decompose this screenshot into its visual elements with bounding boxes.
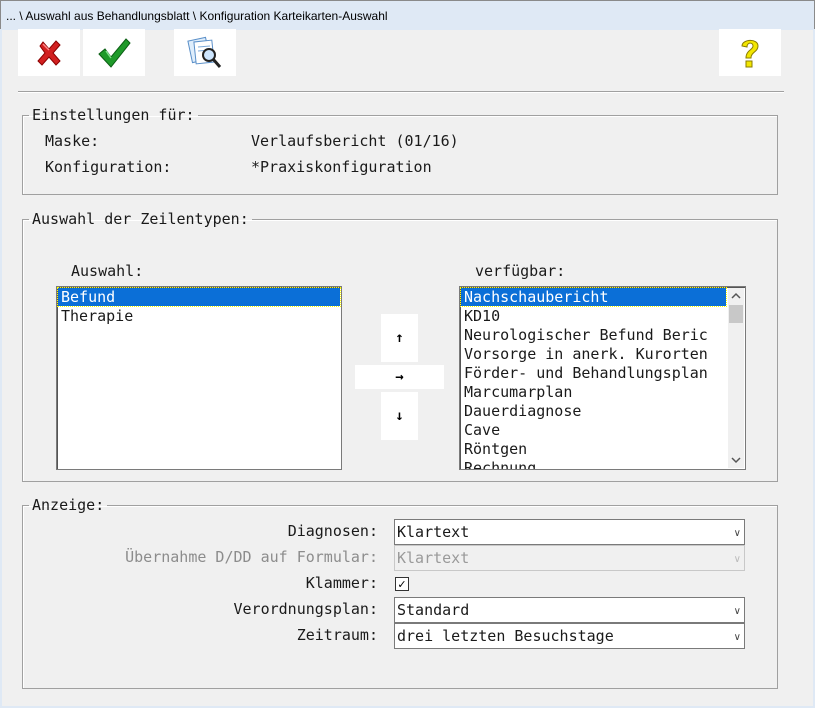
list-item[interactable]: Neurologischer Befund Beric bbox=[461, 326, 726, 344]
available-list[interactable]: Nachschaubericht KD10 Neurologischer Bef… bbox=[459, 286, 746, 470]
list-item[interactable]: Dauerdiagnose bbox=[461, 402, 726, 420]
list-item[interactable]: Therapie bbox=[58, 307, 340, 325]
preview-button[interactable] bbox=[174, 29, 236, 76]
list-item[interactable]: Röntgen bbox=[461, 440, 726, 458]
settings-legend: Einstellungen für: bbox=[32, 106, 195, 124]
period-label: Zeitraum: bbox=[296, 626, 378, 644]
list-item[interactable]: KD10 bbox=[461, 307, 726, 325]
config-value: *Praxiskonfiguration bbox=[251, 158, 432, 176]
plan-value: Standard bbox=[397, 601, 470, 619]
list-item[interactable]: Förder- und Behandlungsplan bbox=[461, 364, 726, 382]
question-mark-icon bbox=[741, 39, 759, 67]
window-title: ... \ Auswahl aus Behandlungsblatt \ Kon… bbox=[6, 9, 388, 23]
cancel-button[interactable] bbox=[18, 29, 80, 76]
list-item[interactable]: Cave bbox=[461, 421, 726, 439]
scroll-thumb[interactable] bbox=[729, 305, 743, 323]
title-bar: ... \ Auswahl aus Behandlungsblatt \ Kon… bbox=[0, 0, 815, 30]
diagnoses-value: Klartext bbox=[397, 523, 470, 541]
list-item[interactable]: Befund bbox=[57, 287, 341, 307]
check-icon bbox=[98, 37, 131, 68]
selection-label: Auswahl: bbox=[71, 262, 144, 280]
add-selected-button[interactable]: → bbox=[355, 365, 444, 389]
search-document-icon bbox=[187, 36, 222, 68]
chevron-down-icon: ∨ bbox=[733, 554, 741, 565]
list-item[interactable]: Marcumarplan bbox=[461, 383, 726, 401]
config-label: Konfiguration: bbox=[45, 158, 172, 176]
mask-label: Maske: bbox=[45, 132, 100, 150]
mask-value: Verlaufsbericht (01/16) bbox=[251, 132, 459, 150]
list-scrollbar[interactable] bbox=[728, 288, 744, 468]
chevron-down-icon: ∨ bbox=[733, 632, 741, 643]
list-item[interactable]: Nachschaubericht bbox=[460, 287, 727, 307]
diagnoses-select[interactable]: Klartext ∨ bbox=[394, 519, 745, 545]
chevron-down-icon: ∨ bbox=[733, 606, 741, 617]
line-types-legend: Auswahl der Zeilentypen: bbox=[32, 210, 249, 228]
diagnoses-label: Diagnosen: bbox=[287, 522, 378, 540]
display-legend: Anzeige: bbox=[32, 496, 105, 514]
scroll-up-icon[interactable] bbox=[731, 292, 741, 300]
plan-label: Verordnungsplan: bbox=[233, 600, 379, 618]
arrow-down-icon: ↓ bbox=[395, 408, 404, 424]
move-down-button[interactable]: ↓ bbox=[381, 392, 418, 440]
chevron-down-icon: ∨ bbox=[733, 528, 741, 539]
arrow-up-icon: ↑ bbox=[395, 330, 404, 346]
available-label: verfügbar: bbox=[475, 262, 566, 280]
period-select[interactable]: drei letzten Besuchstage ∨ bbox=[394, 623, 745, 649]
transfer-select: Klartext ∨ bbox=[394, 545, 745, 571]
scroll-down-icon[interactable] bbox=[731, 456, 741, 464]
transfer-label: Übernahme D/DD auf Formular: bbox=[125, 548, 378, 566]
brackets-checkbox[interactable]: ✓ bbox=[395, 577, 409, 591]
list-item[interactable]: Rechnung bbox=[461, 459, 726, 469]
move-up-button[interactable]: ↑ bbox=[381, 314, 418, 362]
selected-list[interactable]: Befund Therapie bbox=[56, 286, 342, 470]
list-item[interactable]: Vorsorge in anerk. Kurorten bbox=[461, 345, 726, 363]
ok-button[interactable] bbox=[83, 29, 145, 76]
arrow-right-icon: → bbox=[395, 369, 404, 385]
period-value: drei letzten Besuchstage bbox=[397, 627, 614, 645]
settings-group: Einstellungen für: bbox=[22, 106, 778, 195]
toolbar-separator bbox=[18, 91, 784, 93]
check-icon: ✓ bbox=[397, 577, 407, 591]
transfer-value: Klartext bbox=[397, 549, 470, 567]
close-icon bbox=[37, 39, 61, 66]
plan-select[interactable]: Standard ∨ bbox=[394, 597, 745, 623]
help-button[interactable] bbox=[719, 29, 781, 76]
brackets-label: Klammer: bbox=[305, 574, 378, 592]
